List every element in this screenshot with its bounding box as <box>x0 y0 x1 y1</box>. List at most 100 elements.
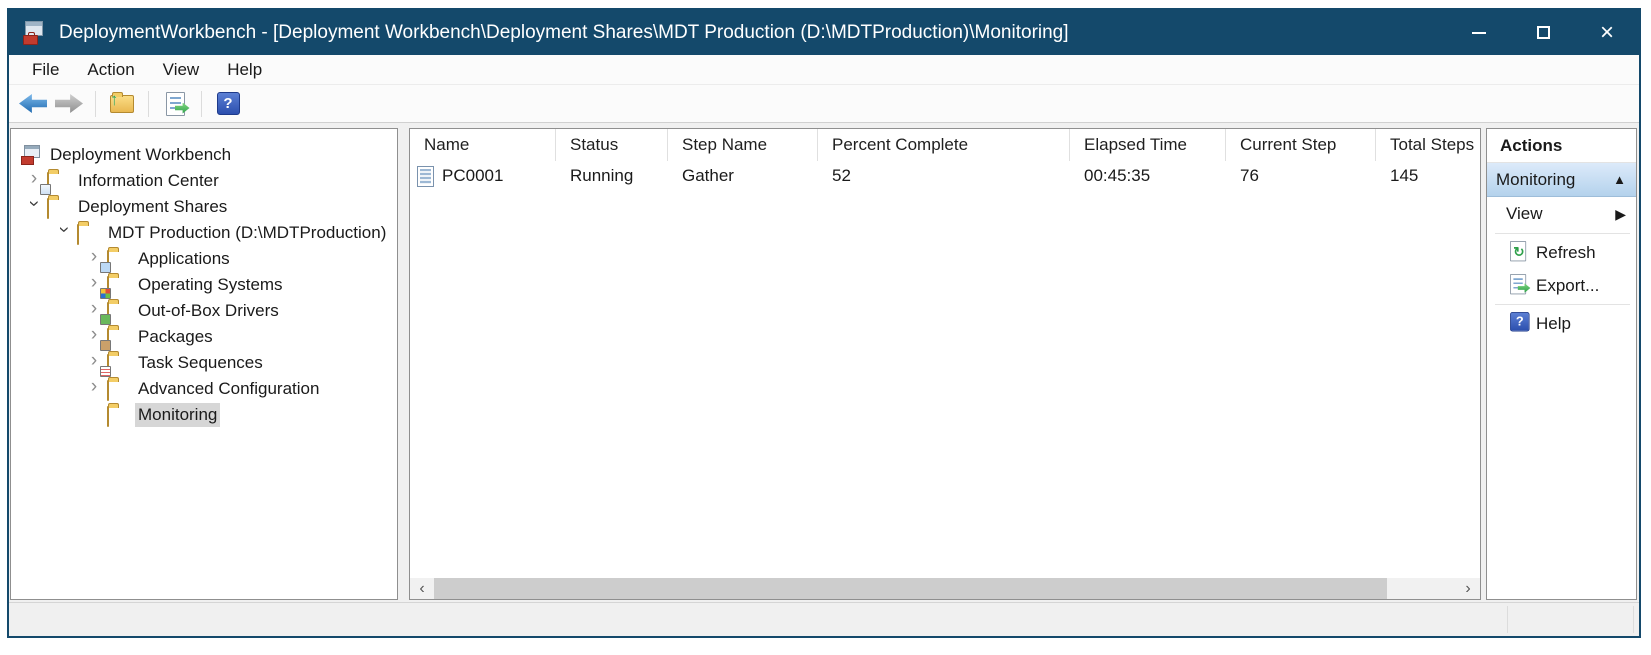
console-tree-pane: Deployment Workbench › Information Cente… <box>10 128 398 600</box>
app-window: DeploymentWorkbench - [Deployment Workbe… <box>7 8 1641 638</box>
column-header-status[interactable]: Status <box>556 129 668 161</box>
status-bar <box>9 602 1639 636</box>
chevron-down-icon[interactable]: › <box>55 223 74 237</box>
toolbar-separator <box>95 91 96 117</box>
forward-arrow-icon <box>55 94 83 113</box>
close-button[interactable]: × <box>1575 10 1639 55</box>
menu-view[interactable]: View <box>149 55 214 84</box>
action-help[interactable]: ? Help <box>1487 307 1636 340</box>
actions-separator <box>1495 304 1630 305</box>
tree-item-out-of-box-drivers[interactable]: › Out-of-Box Drivers <box>11 298 397 324</box>
back-button[interactable] <box>15 88 51 120</box>
window-title: DeploymentWorkbench - [Deployment Workbe… <box>59 22 1069 44</box>
deployment-workbench-icon <box>21 145 43 165</box>
back-arrow-icon <box>19 94 47 113</box>
column-header-elapsed-time[interactable]: Elapsed Time <box>1070 129 1226 161</box>
scrollbar-thumb[interactable] <box>434 578 1387 599</box>
export-icon <box>1510 274 1526 294</box>
chevron-up-icon[interactable]: ▲ <box>1613 172 1626 187</box>
row-status: Running <box>556 166 668 186</box>
maximize-icon <box>1537 26 1550 39</box>
tree-item-packages[interactable]: › Packages <box>11 324 397 350</box>
folder-os-icon <box>107 276 109 297</box>
tree-item-mdt-production[interactable]: › MDT Production (D:\MDTProduction) <box>11 220 397 246</box>
action-refresh[interactable]: ↻ Refresh <box>1487 236 1636 269</box>
tree-item-deployment-workbench[interactable]: Deployment Workbench <box>11 142 397 168</box>
tree-item-task-sequences[interactable]: › Task Sequences <box>11 350 397 376</box>
row-current-step: 76 <box>1226 166 1376 186</box>
row-percent-complete: 52 <box>818 166 1070 186</box>
chevron-right-icon[interactable]: › <box>87 247 101 266</box>
tree-item-operating-systems[interactable]: › Operating Systems <box>11 272 397 298</box>
statusbar-divider <box>1633 606 1634 633</box>
row-step-name: Gather <box>668 166 818 186</box>
refresh-icon: ↻ <box>1510 241 1526 261</box>
export-list-button[interactable] <box>157 88 193 120</box>
window-controls: × <box>1447 10 1639 55</box>
folder-packages-icon <box>107 328 109 349</box>
chevron-down-icon[interactable]: › <box>25 197 44 211</box>
action-export[interactable]: Export... <box>1487 269 1636 302</box>
selected-tree-item-label: Monitoring <box>135 403 220 427</box>
row-total-steps: 145 <box>1376 166 1480 186</box>
tree-item-applications[interactable]: › Applications <box>11 246 397 272</box>
toolbar-separator <box>148 91 149 117</box>
menu-bar: File Action View Help <box>9 55 1639 85</box>
actions-pane: Actions Monitoring ▲ View ▶ ↻ Refresh Ex… <box>1486 128 1637 600</box>
results-list-pane: Name Status Step Name Percent Complete E… <box>409 128 1481 600</box>
computer-report-icon <box>417 166 434 187</box>
folder-icon <box>77 224 79 245</box>
maximize-button[interactable] <box>1511 10 1575 55</box>
menu-help[interactable]: Help <box>213 55 276 84</box>
help-button[interactable]: ? <box>210 88 246 120</box>
tree-item-deployment-shares[interactable]: › Deployment Shares <box>11 194 397 220</box>
tree-item-information-center[interactable]: › Information Center <box>11 168 397 194</box>
menu-file[interactable]: File <box>9 55 73 84</box>
actions-pane-title: Actions <box>1487 129 1636 163</box>
folder-applications-icon <box>107 250 109 271</box>
row-elapsed-time: 00:45:35 <box>1070 166 1226 186</box>
folder-icon <box>107 380 109 401</box>
minimize-icon <box>1472 32 1486 34</box>
toolbar-separator <box>201 91 202 117</box>
folder-drivers-icon <box>107 302 109 323</box>
up-one-level-button[interactable]: ↑ <box>104 88 140 120</box>
export-list-icon <box>166 92 185 116</box>
action-group-monitoring[interactable]: Monitoring ▲ <box>1487 163 1636 197</box>
scroll-left-icon[interactable]: ‹ <box>410 578 434 599</box>
app-icon <box>23 21 49 45</box>
folder-icon <box>47 198 49 219</box>
help-icon: ? <box>217 92 240 115</box>
folder-info-icon <box>47 172 49 193</box>
up-arrow-icon: ↑ <box>110 90 119 110</box>
submenu-arrow-icon: ▶ <box>1615 206 1626 223</box>
list-header: Name Status Step Name Percent Complete E… <box>410 129 1480 161</box>
help-icon: ? <box>1510 312 1530 332</box>
column-header-name[interactable]: Name <box>410 129 556 161</box>
chevron-right-icon[interactable]: › <box>87 325 101 344</box>
chevron-right-icon[interactable]: › <box>87 299 101 318</box>
statusbar-divider <box>1507 606 1508 633</box>
minimize-button[interactable] <box>1447 10 1511 55</box>
chevron-right-icon[interactable]: › <box>87 273 101 292</box>
tree-item-monitoring[interactable]: Monitoring <box>11 402 397 428</box>
table-row[interactable]: PC0001 Running Gather 52 00:45:35 76 145 <box>410 161 1480 191</box>
action-view[interactable]: View ▶ <box>1487 197 1636 231</box>
row-name: PC0001 <box>442 166 503 186</box>
forward-button[interactable] <box>51 88 87 120</box>
column-header-total-steps[interactable]: Total Steps <box>1376 129 1480 161</box>
column-header-percent-complete[interactable]: Percent Complete <box>818 129 1070 161</box>
scroll-right-icon[interactable]: › <box>1456 578 1480 599</box>
title-bar: DeploymentWorkbench - [Deployment Workbe… <box>9 10 1639 55</box>
tree-item-advanced-configuration[interactable]: › Advanced Configuration <box>11 376 397 402</box>
chevron-right-icon[interactable]: › <box>87 351 101 370</box>
column-header-current-step[interactable]: Current Step <box>1226 129 1376 161</box>
folder-icon <box>107 406 109 427</box>
action-group-label: Monitoring <box>1496 170 1575 190</box>
folder-task-sequences-icon <box>107 354 109 375</box>
horizontal-scrollbar[interactable]: ‹ › <box>410 578 1480 599</box>
chevron-right-icon[interactable]: › <box>27 169 41 188</box>
column-header-step-name[interactable]: Step Name <box>668 129 818 161</box>
chevron-right-icon[interactable]: › <box>87 377 101 396</box>
menu-action[interactable]: Action <box>73 55 148 84</box>
